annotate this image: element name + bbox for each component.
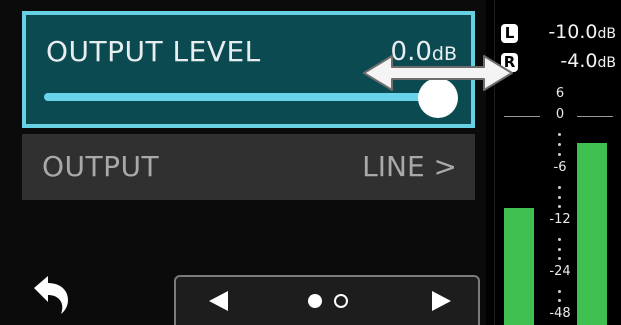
scale-tick: -12	[549, 212, 571, 227]
screen: OUTPUT LEVEL 0.0dB OUTPUT LINE > L -10.0…	[0, 0, 621, 325]
scale-dot	[558, 143, 561, 146]
previous-page-button[interactable]	[206, 289, 230, 313]
right-channel-value: -4.0dB	[560, 50, 616, 72]
scale-tick: -24	[549, 264, 571, 279]
output-label: OUTPUT	[42, 150, 160, 183]
settings-panel: OUTPUT LEVEL 0.0dB OUTPUT LINE >	[0, 0, 486, 325]
scale-dot	[558, 196, 561, 199]
scale-dot	[558, 257, 561, 260]
scale-tick: -48	[549, 306, 571, 321]
zero-db-line-right	[577, 116, 613, 117]
page-indicator-active	[308, 294, 322, 308]
scale-dot	[558, 290, 561, 293]
scale-dot	[558, 238, 561, 241]
output-value: LINE >	[362, 150, 457, 183]
zero-db-line-left	[504, 116, 540, 117]
left-channel-unit: dB	[597, 26, 617, 42]
scale-tick: 0	[555, 107, 565, 122]
scale-dot	[558, 299, 561, 302]
page-indicator-inactive	[334, 294, 348, 308]
back-button[interactable]	[30, 272, 74, 316]
page-navigation	[174, 275, 480, 325]
output-level-slider[interactable]	[44, 93, 436, 101]
next-page-button[interactable]	[430, 289, 454, 313]
scale-dot	[558, 186, 561, 189]
triangle-right-icon	[432, 291, 451, 311]
scale-tick: -6	[553, 160, 567, 175]
right-channel-number: -4.0	[560, 50, 598, 72]
right-level-bar	[577, 143, 607, 325]
triangle-left-icon	[209, 291, 228, 311]
scale-dot	[558, 205, 561, 208]
scale-dot	[558, 248, 561, 251]
scale-dot	[558, 153, 561, 156]
left-channel-badge: L	[501, 24, 518, 43]
scale-dot	[558, 133, 561, 136]
double-arrow-icon	[363, 55, 513, 91]
output-row[interactable]: OUTPUT LINE >	[22, 134, 475, 200]
level-meter: L -10.0dB R -4.0dB 6 0 -6 -12 -24 -48	[494, 0, 621, 325]
left-channel-number: -10.0	[548, 21, 598, 43]
left-level-bar	[504, 208, 534, 325]
back-arrow-icon	[34, 276, 68, 314]
left-channel-value: -10.0dB	[548, 21, 616, 43]
scale-tick: 6	[555, 86, 565, 101]
right-channel-unit: dB	[597, 55, 617, 71]
output-level-label: OUTPUT LEVEL	[46, 35, 261, 68]
